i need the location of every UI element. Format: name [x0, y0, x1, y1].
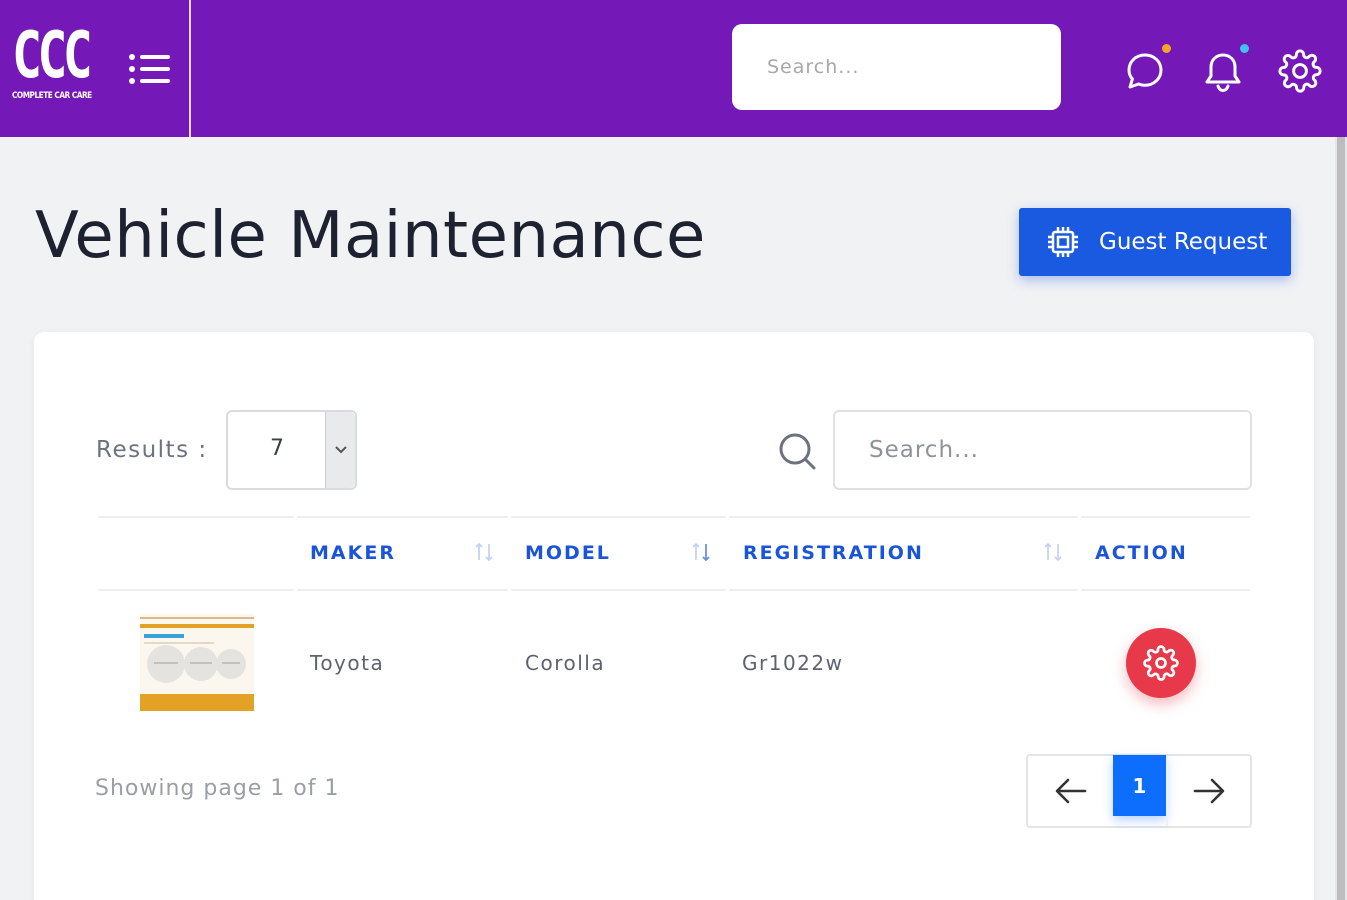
chat-icon[interactable]: [1122, 44, 1171, 94]
sort-icon[interactable]: [1042, 540, 1064, 564]
column-separator: [1078, 516, 1081, 591]
vehicle-thumbnail[interactable]: [140, 614, 254, 711]
results-select-value: 7: [270, 436, 284, 461]
results-label: Results :: [96, 437, 208, 463]
guest-request-button[interactable]: Guest Request: [1019, 208, 1291, 276]
logo-subtext: COMPLETE CAR CARE: [12, 91, 92, 101]
topbar-divider: [189, 0, 191, 137]
top-navbar: CCC COMPLETE CAR CARE: [0, 0, 1347, 137]
results-per-page-select[interactable]: 7: [226, 410, 357, 490]
column-separator: [508, 516, 511, 591]
settings-gear-icon[interactable]: [1277, 48, 1323, 94]
sort-icon[interactable]: [473, 540, 495, 564]
arrow-left-icon[interactable]: [1028, 756, 1113, 826]
column-separator: [294, 516, 297, 591]
column-header-action: ACTION: [1095, 542, 1188, 564]
menu-icon[interactable]: [126, 48, 174, 90]
page-title: Vehicle Maintenance: [35, 199, 706, 273]
table-search-input[interactable]: [833, 410, 1252, 490]
pagination-info: Showing page 1 of 1: [95, 776, 340, 801]
guest-request-label: Guest Request: [1099, 229, 1268, 255]
column-header-model[interactable]: MODEL: [525, 542, 611, 564]
logo-text: CCC: [12, 19, 93, 93]
header-search-input[interactable]: [732, 24, 1061, 110]
cell-model: Corolla: [525, 651, 606, 675]
column-header-maker[interactable]: MAKER: [310, 542, 396, 564]
row-action-button[interactable]: [1126, 628, 1196, 698]
column-separator: [726, 516, 729, 591]
chevron-down-icon[interactable]: [325, 412, 355, 488]
page-scrollbar-thumb[interactable]: [1337, 137, 1345, 900]
bell-notification-dot: [1240, 44, 1249, 53]
sort-icon[interactable]: [690, 540, 712, 564]
gear-icon: [1143, 645, 1179, 681]
chat-notification-dot: [1162, 44, 1171, 53]
arrow-right-icon[interactable]: [1166, 756, 1250, 826]
column-header-registration[interactable]: REGISTRATION: [743, 542, 924, 564]
chip-icon: [1048, 227, 1078, 257]
cell-maker: Toyota: [310, 651, 385, 675]
page-number-button[interactable]: 1: [1113, 755, 1166, 816]
cell-registration: Gr1022w: [742, 651, 844, 675]
bell-icon[interactable]: [1200, 44, 1249, 94]
search-icon: [776, 430, 818, 472]
logo[interactable]: CCC COMPLETE CAR CARE: [12, 24, 104, 112]
